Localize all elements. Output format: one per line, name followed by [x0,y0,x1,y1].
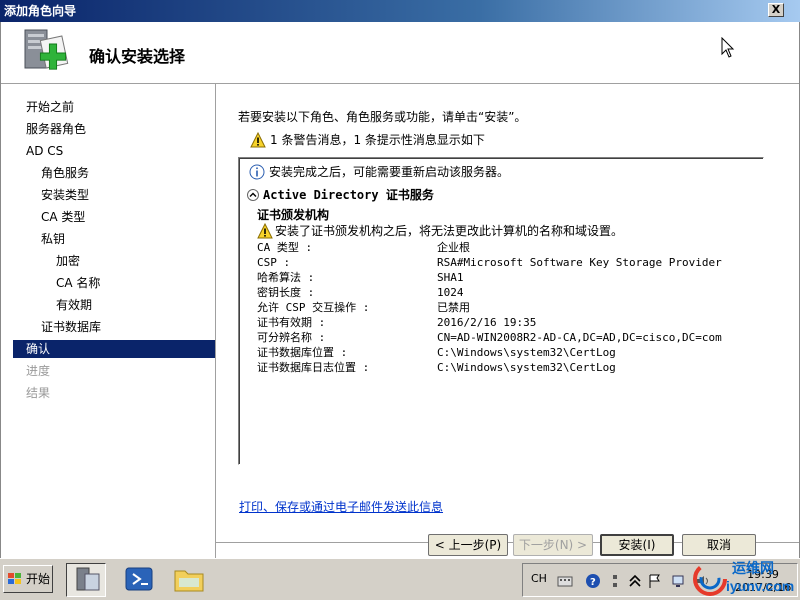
role-warning-text: 安装了证书颁发机构之后，将无法更改此计算机的名称和域设置。 [275,224,624,238]
help-icon[interactable]: ? [585,573,601,589]
close-icon[interactable]: X [768,3,784,17]
nav-item-confirmation[interactable]: 确认 [13,340,215,358]
warning-icon [257,223,273,239]
chevron-up-icon[interactable] [627,573,643,589]
nav-item-private-key[interactable]: 私钥 [13,230,215,248]
confirmation-details-box[interactable]: 安装完成之后，可能需要重新启动该服务器。 Active Directory 证书… [238,157,764,465]
property-key: CA 类型 : [257,241,313,254]
warning-icon [250,132,266,148]
nav-item-cryptography[interactable]: 加密 [13,252,215,270]
keyboard-icon[interactable] [557,573,573,589]
section-title-suffix: 证书服务 [385,188,434,202]
wizard-window: 确认安装选择 开始之前 服务器角色 AD CS 角色服务 安装类型 CA 类型 … [0,22,800,558]
property-value: 已禁用 [437,301,470,314]
property-key: 证书数据库日志位置 : [257,361,370,374]
instruction-text: 若要安装以下角色、角色服务或功能，请单击“安装”。 [238,110,527,124]
property-key: 允许 CSP 交互操作 : [257,301,370,314]
server-manager-taskbar-button[interactable] [66,563,106,597]
page-title: 确认安装选择 [89,47,186,66]
info-icon [249,164,265,180]
server-manager-icon [76,567,100,591]
property-value: 企业根 [437,241,470,254]
nav-item-results: 结果 [26,386,51,400]
section-title-prefix: Active Directory [263,188,379,202]
nav-item-setup-type[interactable]: 安装类型 [13,186,215,204]
property-value: C:\Windows\system32\CertLog [437,346,616,359]
property-value: CN=AD-WIN2008R2-AD-CA,DC=AD,DC=cisco,DC=… [437,331,722,344]
previous-button[interactable]: < 上一步(P) [428,534,508,556]
nav-item-ca-type[interactable]: CA 类型 [13,208,215,226]
main-content: 若要安装以下角色、角色服务或功能，请单击“安装”。 1 条警告消息，1 条提示性… [216,85,799,558]
watermark-text-cn: 运维网 [732,561,774,577]
nav-item-progress: 进度 [26,364,51,378]
taskbar: 开始 CH ? 19:39 2017/2/16 [0,558,800,600]
nav-item-server-roles[interactable]: 服务器角色 [13,120,215,138]
role-name: 证书颁发机构 [257,208,330,222]
property-value: C:\Windows\system32\CertLog [437,361,616,374]
wizard-header: 确认安装选择 [1,22,799,84]
options-icon[interactable] [607,573,623,589]
nav-item-ad-cs[interactable]: AD CS [13,142,215,160]
property-key: 可分辨名称 : [257,331,326,344]
nav-item-role-services[interactable]: 角色服务 [13,164,215,182]
svg-text:?: ? [590,577,596,588]
property-value: 2016/2/16 19:35 [437,316,537,329]
info-message-text: 安装完成之后，可能需要重新启动该服务器。 [269,165,510,179]
window-title: 添加角色向导 [4,4,77,18]
explorer-taskbar-button[interactable] [170,563,210,597]
folder-icon [174,570,204,592]
property-value: 1024 [437,286,464,299]
nav-item-before-you-begin[interactable]: 开始之前 [13,98,215,116]
nav-item-ca-name[interactable]: CA 名称 [13,274,215,292]
property-key: CSP : [257,256,291,269]
cancel-button[interactable]: 取消 [682,534,756,556]
property-key: 证书有效期 : [257,316,326,329]
network-icon[interactable] [671,573,687,589]
powershell-icon [125,567,153,591]
action-center-flag-icon[interactable] [647,573,663,589]
server-role-icon [24,29,69,70]
start-button[interactable]: 开始 [3,565,53,593]
collapse-chevron-icon[interactable] [247,189,259,201]
window-titlebar[interactable]: 添加角色向导 X [0,0,800,22]
property-key: 哈希算法 : [257,271,315,284]
language-indicator[interactable]: CH [531,572,547,585]
property-key: 密钥长度 : [257,286,315,299]
print-save-email-link[interactable]: 打印、保存或通过电子邮件发送此信息 [239,498,443,515]
watermark-swirl-logo [693,562,727,596]
install-button[interactable]: 安装(I) [600,534,674,556]
summary-text: 1 条警告消息，1 条提示性消息显示如下 [270,133,485,147]
powershell-taskbar-button[interactable] [120,563,160,597]
property-key: 证书数据库位置 : [257,346,348,359]
nav-item-certificate-database[interactable]: 证书数据库 [13,318,215,336]
start-label: 开始 [26,572,51,586]
site-watermark: 运维网 iyunv.com [690,556,800,600]
nav-item-validity-period[interactable]: 有效期 [13,296,215,314]
property-value: RSA#Microsoft Software Key Storage Provi… [437,256,722,269]
wizard-steps-nav: 开始之前 服务器角色 AD CS 角色服务 安装类型 CA 类型 私钥 加密 C… [13,97,215,556]
next-button: 下一步(N) > [513,534,593,556]
property-value: SHA1 [437,271,464,284]
windows-logo-icon [8,573,21,584]
watermark-text-url: iyunv.com [726,578,795,594]
section-title: Active Directory 证书服务 [263,187,434,203]
mouse-cursor-icon [721,37,735,58]
